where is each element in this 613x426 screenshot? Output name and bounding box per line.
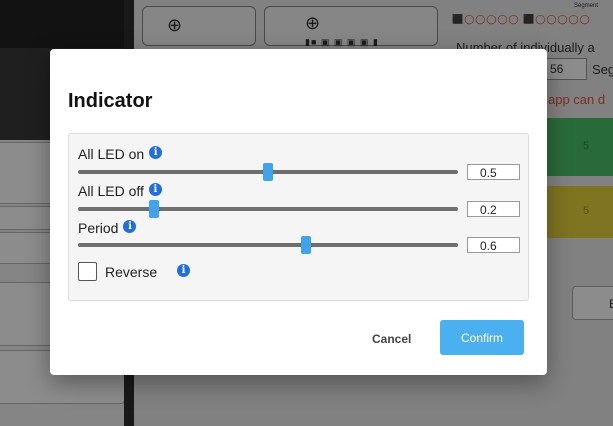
slider-label: Period	[78, 220, 119, 236]
info-icon[interactable]: i	[177, 264, 190, 277]
indicator-dialog: Indicator All LED on i 0.5 All LED off i 0…	[50, 49, 547, 375]
info-icon[interactable]: i	[149, 146, 163, 159]
period-label: Period i	[78, 220, 137, 236]
all-led-off-label: All LED off i	[78, 183, 162, 199]
reverse-label: Reverse	[105, 264, 158, 280]
settings-panel: All LED on i 0.5 All LED off i 0.2 Period i…	[68, 133, 529, 301]
cancel-button[interactable]: Cancel	[372, 332, 411, 346]
slider-thumb[interactable]	[301, 236, 311, 254]
period-slider[interactable]	[78, 236, 458, 254]
dialog-title: Indicator	[68, 90, 153, 112]
slider-label: All LED off	[78, 183, 144, 199]
confirm-button[interactable]: Confirm	[440, 320, 524, 355]
all-led-on-value[interactable]: 0.5	[467, 164, 520, 180]
all-led-on-slider[interactable]	[78, 163, 458, 181]
all-led-on-label: All LED on i	[78, 146, 163, 162]
reverse-checkbox[interactable]	[78, 262, 97, 281]
period-value[interactable]: 0.6	[467, 237, 520, 253]
info-icon[interactable]: i	[123, 220, 137, 233]
slider-thumb[interactable]	[263, 163, 273, 181]
info-icon[interactable]: i	[148, 183, 162, 196]
slider-thumb[interactable]	[149, 200, 159, 218]
all-led-off-slider[interactable]	[78, 200, 458, 218]
slider-label: All LED on	[78, 146, 145, 162]
all-led-off-value[interactable]: 0.2	[467, 201, 520, 217]
